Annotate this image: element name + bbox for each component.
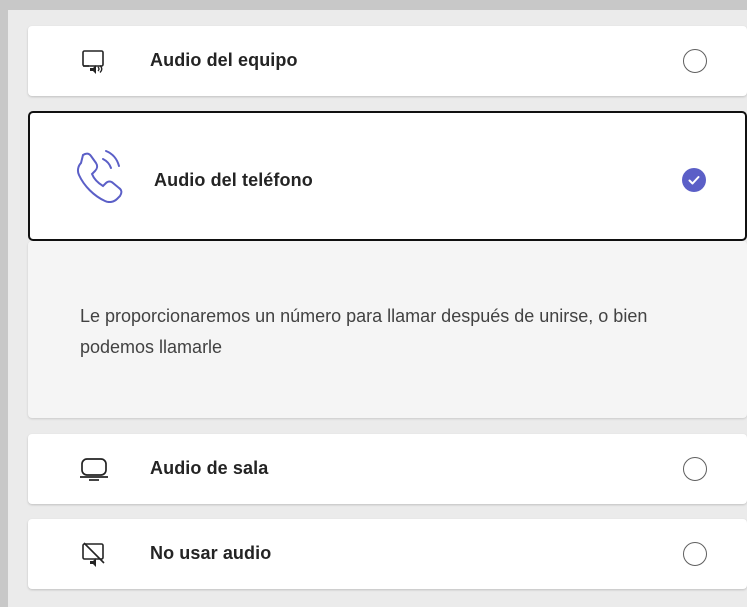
audio-options-panel: Audio del equipo Audio del teléfono Le p… [8,10,747,607]
option-phone-audio[interactable]: Audio del teléfono [28,111,747,241]
radio-button[interactable] [683,542,707,566]
phone-audio-description: Le proporcionaremos un número para llama… [80,306,648,357]
option-computer-audio[interactable]: Audio del equipo [28,26,747,96]
phone-audio-icon [72,147,128,203]
option-no-audio[interactable]: No usar audio [28,519,747,589]
computer-audio-icon [80,47,108,75]
radio-button[interactable] [683,49,707,73]
radio-button-checked[interactable] [682,168,706,192]
option-label: Audio del equipo [150,50,298,70]
no-audio-icon [80,540,108,568]
room-audio-icon [78,454,110,484]
phone-audio-details: Le proporcionaremos un número para llama… [28,241,747,418]
option-label: No usar audio [150,543,272,563]
checkmark-icon [688,176,700,185]
option-label: Audio del teléfono [154,170,313,190]
option-label: Audio de sala [150,458,269,478]
option-room-audio[interactable]: Audio de sala [28,434,747,504]
radio-button[interactable] [683,457,707,481]
